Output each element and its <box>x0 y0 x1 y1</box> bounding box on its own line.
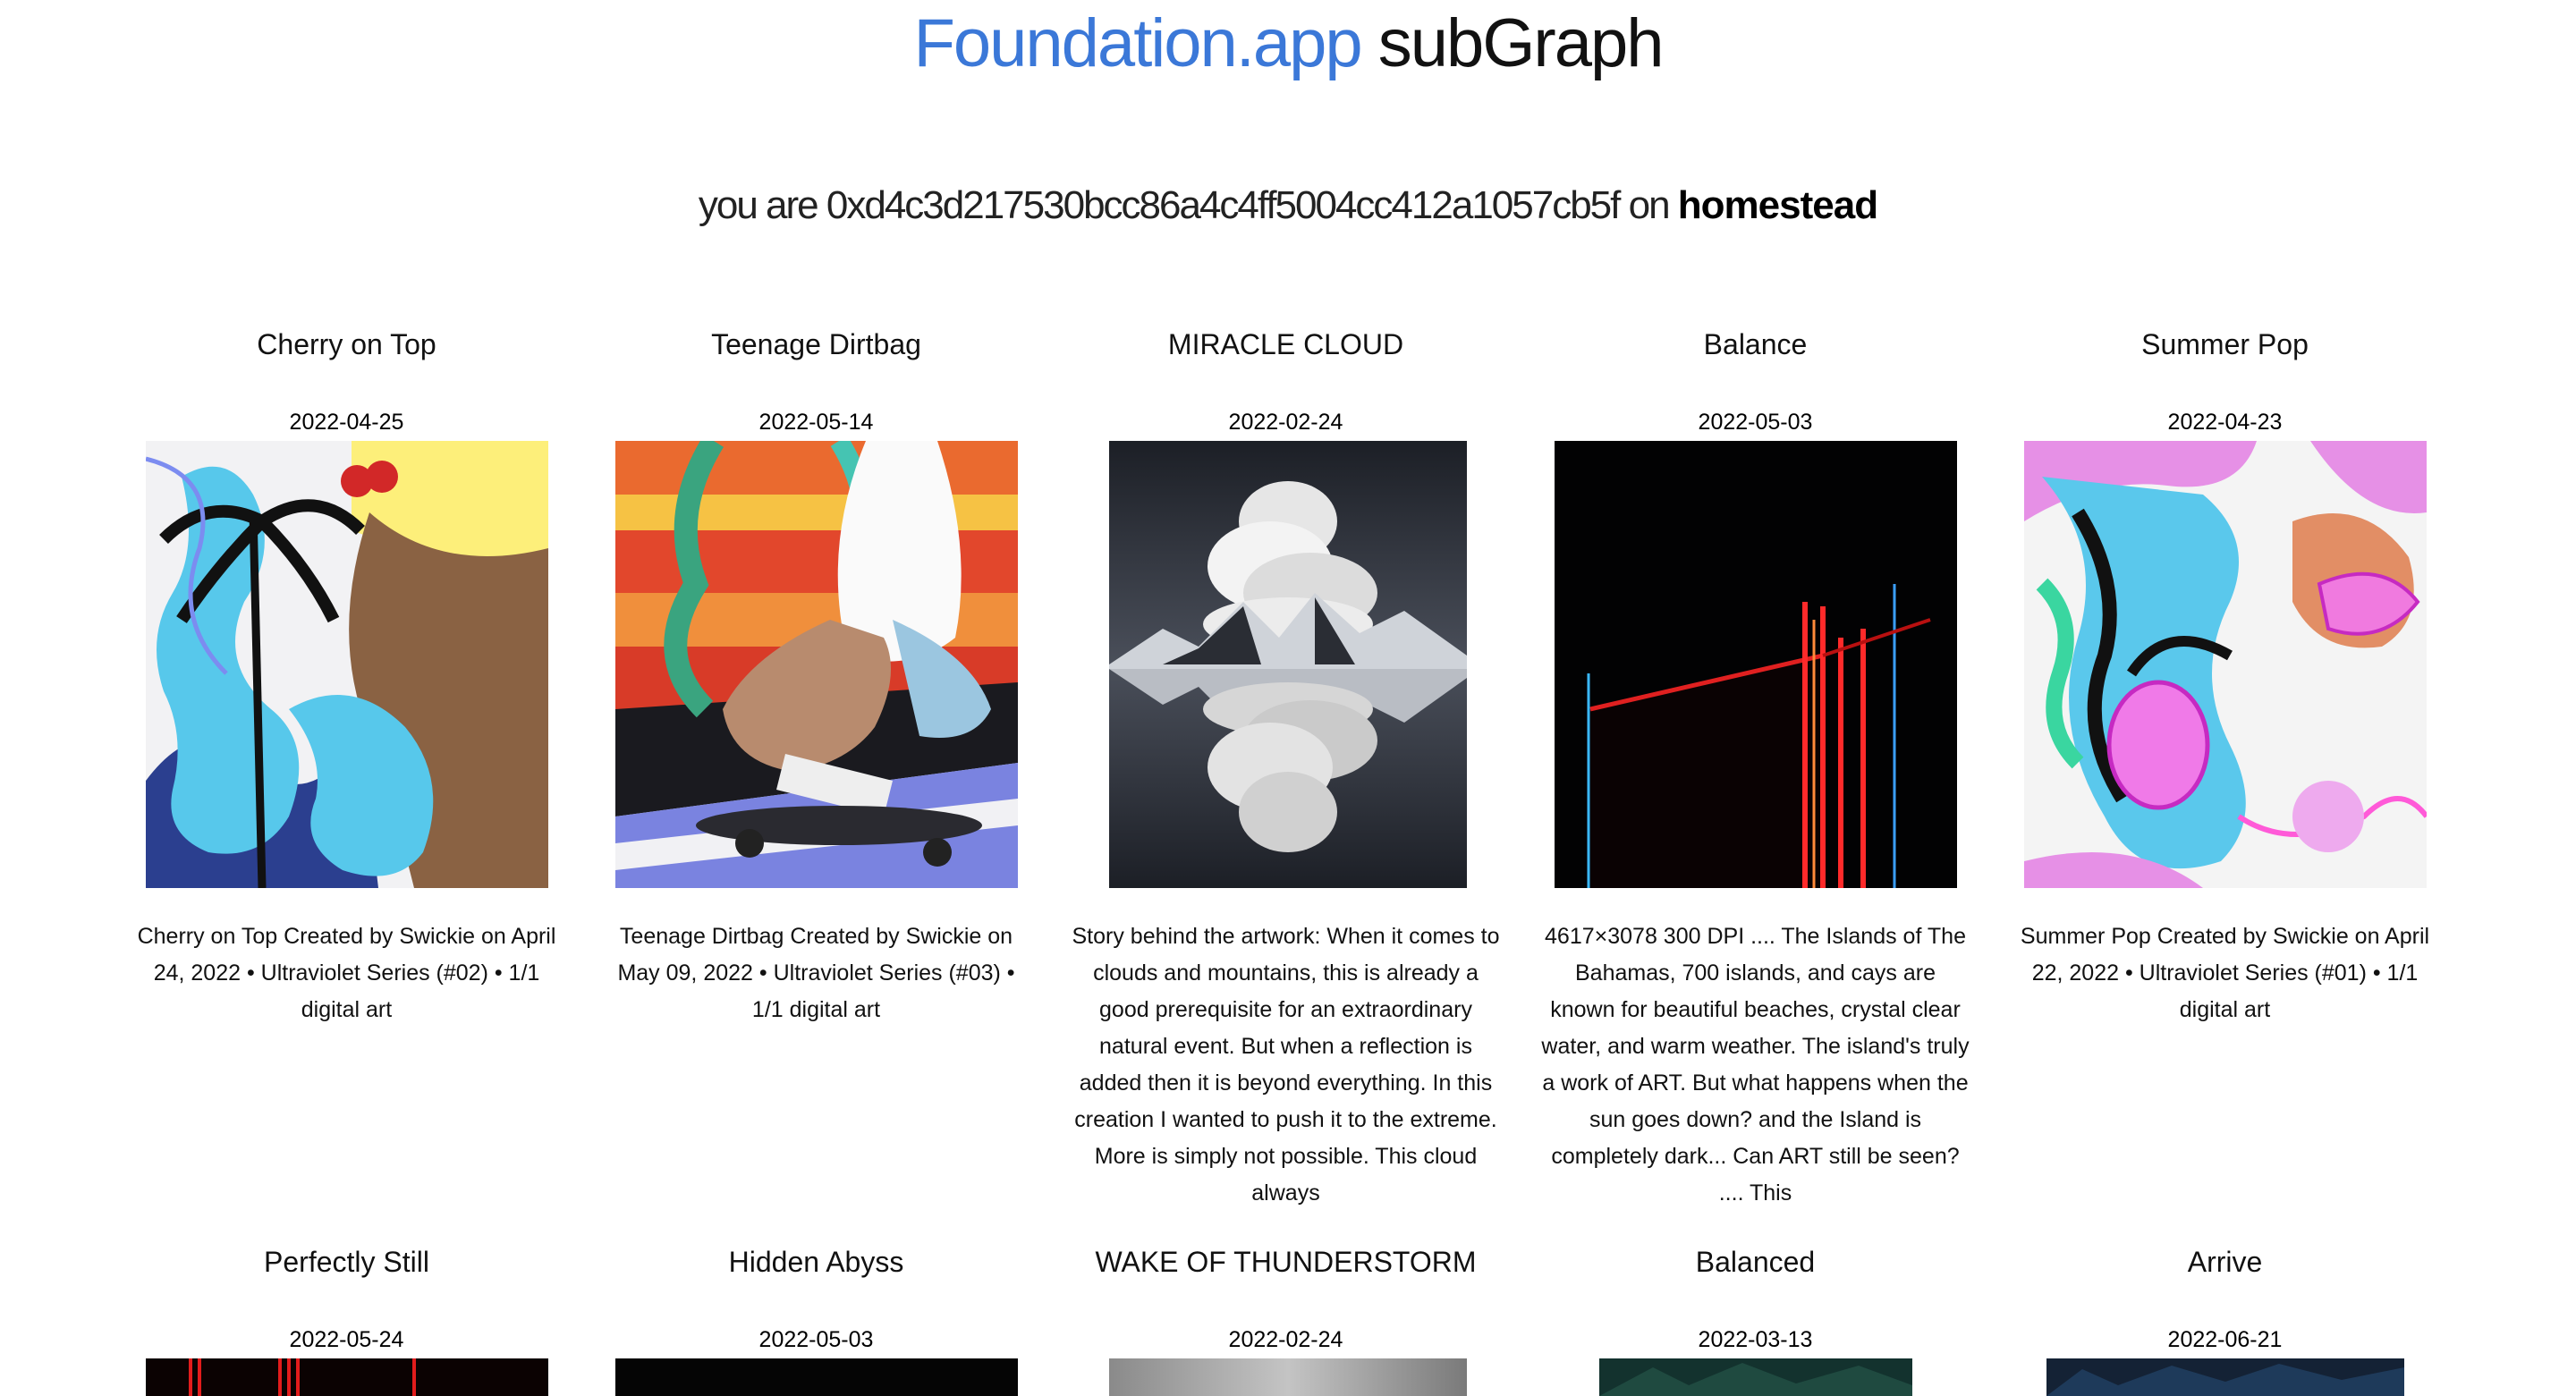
nft-date: 2022-02-24 <box>1228 1327 1343 1352</box>
nft-date: 2022-05-14 <box>758 410 874 435</box>
nft-description: Teenage Dirtbag Created by Swickie on Ma… <box>617 924 1015 1022</box>
nft-card[interactable]: Hidden Abyss 2022-05-03 <box>581 1244 1051 1396</box>
nft-grid: Cherry on Top 2022-04-25 Cherry on Top C… <box>0 0 2576 1396</box>
nft-card[interactable]: Balanced 2022-03-13 <box>1521 1244 1990 1396</box>
nft-image[interactable] <box>2046 1358 2404 1396</box>
nft-title: Teenage Dirtbag <box>711 328 921 360</box>
nft-title: Hidden Abyss <box>728 1246 904 1278</box>
nft-card[interactable]: Perfectly Still 2022-05-24 <box>112 1244 581 1396</box>
nft-date: 2022-05-24 <box>289 1327 404 1352</box>
nft-image[interactable] <box>146 1358 548 1396</box>
nft-date: 2022-03-13 <box>1698 1327 1813 1352</box>
nft-image[interactable] <box>1555 441 1957 888</box>
nft-date: 2022-04-23 <box>2167 410 2283 435</box>
nft-date: 2022-05-03 <box>758 1327 874 1352</box>
nft-description: 4617×3078 300 DPI .... The Islands of Th… <box>1541 924 1970 1206</box>
nft-description: Summer Pop Created by Swickie on April 2… <box>2020 924 2430 1022</box>
nft-title: Balance <box>1703 328 1808 360</box>
nft-title: Perfectly Still <box>264 1246 429 1278</box>
nft-image[interactable] <box>615 1358 1018 1396</box>
nft-title: Balanced <box>1695 1246 1816 1278</box>
nft-card[interactable]: MIRACLE CLOUD 2022-02-24 Story behind th… <box>1051 326 1521 1206</box>
nft-card[interactable]: Teenage Dirtbag 2022-05-14 Teenage Dirtb… <box>581 326 1051 1022</box>
nft-image[interactable] <box>1109 441 1467 888</box>
nft-image[interactable] <box>2024 441 2427 888</box>
nft-date: 2022-02-24 <box>1228 410 1343 435</box>
nft-title: WAKE OF THUNDERSTORM <box>1095 1246 1477 1278</box>
nft-title: Summer Pop <box>2141 328 2309 360</box>
nft-image[interactable] <box>1599 1358 1912 1396</box>
nft-description: Cherry on Top Created by Swickie on Apri… <box>137 924 556 1022</box>
nft-card[interactable]: WAKE OF THUNDERSTORM 2022-02-24 <box>1051 1244 1521 1396</box>
nft-description: Story behind the artwork: When it comes … <box>1072 924 1500 1206</box>
nft-card[interactable]: Cherry on Top 2022-04-25 Cherry on Top C… <box>112 326 581 1022</box>
nft-image[interactable] <box>1109 1358 1467 1396</box>
nft-card[interactable]: Arrive 2022-06-21 <box>1990 1244 2460 1396</box>
nft-title: Arrive <box>2187 1246 2263 1278</box>
nft-date: 2022-05-03 <box>1698 410 1813 435</box>
nft-title: Cherry on Top <box>257 328 436 360</box>
nft-date: 2022-04-25 <box>289 410 404 435</box>
nft-card[interactable]: Summer Pop 2022-04-23 Summer Pop Created… <box>1990 326 2460 1022</box>
nft-image[interactable] <box>615 441 1018 888</box>
nft-card[interactable]: Balance 2022-05-03 4617×3078 300 DPI ...… <box>1521 326 1990 1206</box>
nft-date: 2022-06-21 <box>2167 1327 2283 1352</box>
nft-image[interactable] <box>146 441 548 888</box>
nft-title: MIRACLE CLOUD <box>1167 328 1404 360</box>
